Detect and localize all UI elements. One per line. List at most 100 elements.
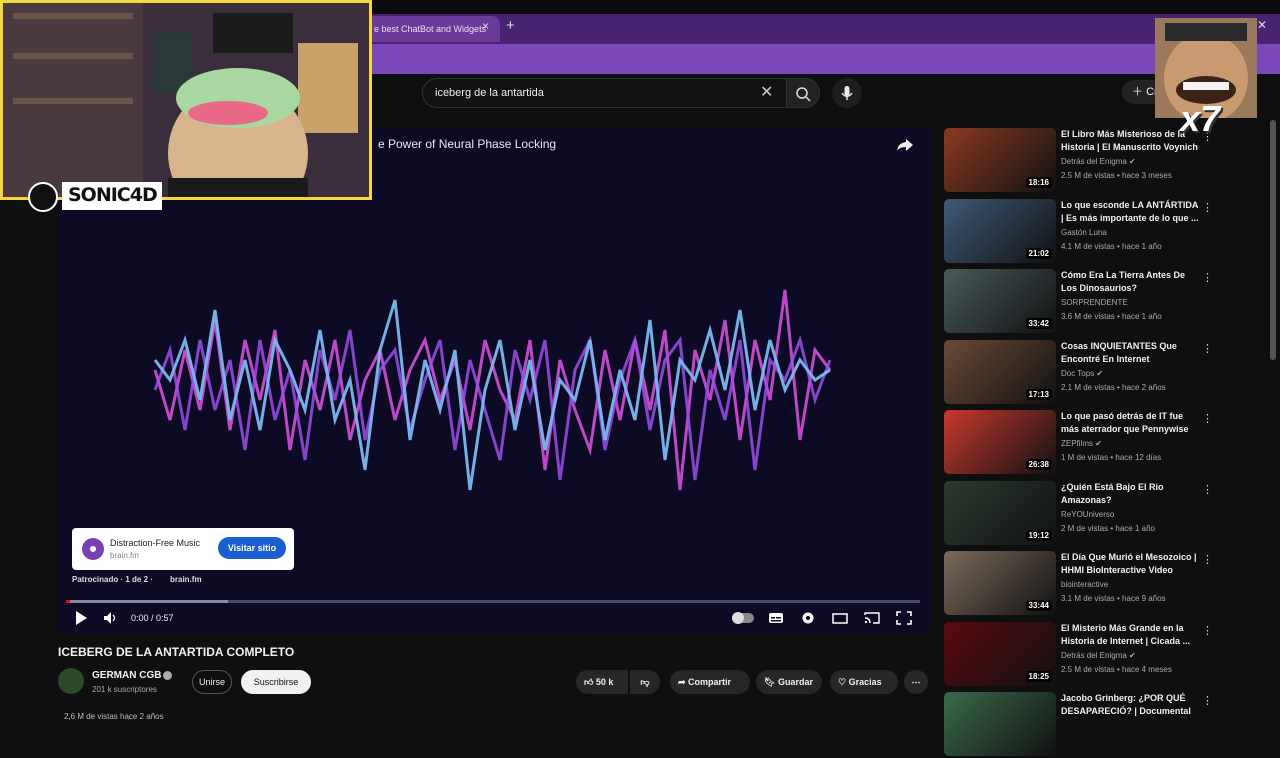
recommendation-channel[interactable]: Detrás del Enigma ✔ bbox=[1061, 651, 1136, 660]
more-options-icon[interactable]: ⋮ bbox=[1202, 624, 1213, 637]
video-duration: 33:42 bbox=[1025, 318, 1052, 329]
recommendation-channel-name: Detrás del Enigma bbox=[1061, 157, 1127, 166]
save-button[interactable]: 🔖︎ Guardar bbox=[756, 670, 822, 694]
recommendation-item[interactable]: 18:25 El Misterio Más Grande en la Histor… bbox=[944, 621, 1264, 688]
channel-name[interactable]: GERMAN CGB bbox=[92, 670, 161, 681]
join-button[interactable]: Unirse bbox=[192, 670, 232, 694]
recommendation-channel[interactable]: Doc Tops ✔ bbox=[1061, 369, 1103, 378]
webcam-overlay bbox=[0, 0, 372, 200]
autoplay-toggle-knob bbox=[732, 612, 744, 624]
recommendation-item[interactable]: 33:44 El Día Que Murió el Mesozoico | HHM… bbox=[944, 551, 1264, 617]
channel-avatar[interactable] bbox=[58, 668, 84, 694]
recommendation-thumbnail[interactable]: 21:02 bbox=[944, 198, 1056, 263]
thumbs-down-icon: 👎︎ bbox=[640, 677, 650, 687]
ad-domain: brain.fm bbox=[110, 551, 139, 560]
recommendation-item[interactable]: 19:12 ¿Quién Está Bajo El Rio Amazonas? Re… bbox=[944, 480, 1264, 547]
recommendation-title[interactable]: Cosas INQUIETANTES Que Encontré En Inter… bbox=[1061, 340, 1203, 366]
recommendation-channel-name: Doc Tops bbox=[1061, 368, 1095, 378]
video-duration: 18:25 bbox=[1025, 670, 1052, 682]
more-options-icon[interactable]: ⋮ bbox=[1202, 553, 1213, 566]
ad-sponsored-domain[interactable]: brain.fm bbox=[170, 575, 202, 584]
search-input[interactable]: iceberg de la antartida bbox=[422, 78, 786, 108]
more-actions-button[interactable]: ⋯ bbox=[904, 670, 928, 694]
cast-icon[interactable] bbox=[864, 611, 880, 625]
visit-site-button[interactable]: Visitar sitio bbox=[218, 537, 286, 559]
recommendation-thumbnail[interactable]: 33:44 bbox=[944, 551, 1056, 615]
like-button[interactable]: 👍︎ 50 k bbox=[576, 670, 628, 694]
recommendation-meta: 3.6 M de vistas • hace 1 año bbox=[1061, 312, 1162, 321]
recommendation-channel[interactable]: SORPRENDENTE bbox=[1061, 298, 1128, 307]
recommendation-channel[interactable]: biointeractive bbox=[1061, 580, 1108, 589]
recommendation-channel[interactable]: ZEPfilms ✔ bbox=[1061, 439, 1102, 448]
recommendation-thumbnail[interactable]: 19:12 bbox=[944, 480, 1056, 545]
recommendation-thumbnail[interactable]: 26:38 bbox=[944, 410, 1056, 474]
recommendation-thumbnail[interactable]: 18:16 bbox=[944, 128, 1056, 192]
more-options-icon[interactable]: ⋮ bbox=[1202, 342, 1213, 355]
tab-close-icon[interactable]: × bbox=[482, 19, 489, 33]
page-scrollbar[interactable] bbox=[1270, 120, 1276, 360]
voice-search-button[interactable] bbox=[832, 78, 862, 108]
recommendation-item[interactable]: 21:02 Lo que esconde LA ANTÁRTIDA | Es má… bbox=[944, 198, 1264, 265]
audio-waveform-visual bbox=[153, 289, 832, 491]
recommendation-title[interactable]: El Día Que Murió el Mesozoico | HHMI Bio… bbox=[1061, 551, 1203, 577]
search-button[interactable] bbox=[786, 78, 820, 108]
verified-icon: ✔ bbox=[1094, 368, 1104, 378]
more-options-icon[interactable]: ⋮ bbox=[1202, 271, 1213, 284]
settings-gear-icon[interactable] bbox=[800, 611, 816, 625]
browser-tab-active[interactable]: e best ChatBot and Widgets bbox=[360, 16, 500, 42]
recommendation-meta: 1 M de vistas • hace 12 días bbox=[1061, 453, 1162, 462]
verified-icon: ✔ bbox=[1126, 157, 1136, 166]
video-duration: 33:44 bbox=[1025, 600, 1052, 611]
recommendation-title[interactable]: ¿Quién Está Bajo El Rio Amazonas? bbox=[1061, 481, 1203, 507]
recommendation-thumbnail[interactable]: 33:42 bbox=[944, 269, 1056, 333]
streamer-logo-icon bbox=[28, 182, 58, 212]
recommendation-channel[interactable]: ReYOUniverso bbox=[1061, 510, 1114, 519]
video-duration: 21:02 bbox=[1025, 247, 1052, 259]
share-icon[interactable] bbox=[896, 138, 914, 152]
recommendation-item[interactable]: 17:13 Cosas INQUIETANTES Que Encontré En … bbox=[944, 339, 1264, 406]
recommendation-title[interactable]: El Misterio Más Grande en la Historia de… bbox=[1061, 622, 1203, 648]
progress-buffered bbox=[66, 600, 228, 603]
recommendation-title[interactable]: Lo que pasó detrás de IT fue más aterrad… bbox=[1061, 410, 1203, 436]
recommendation-channel[interactable]: Gastón Luna bbox=[1061, 228, 1107, 237]
progress-played bbox=[66, 600, 70, 603]
more-options-icon[interactable]: ⋮ bbox=[1202, 201, 1213, 214]
recommendation-thumbnail[interactable]: 17:13 bbox=[944, 339, 1056, 404]
thanks-button[interactable]: ♡ Gracias bbox=[830, 670, 898, 694]
recommendation-title[interactable]: Jacobo Grinberg: ¿POR QUÉ DESAPARECIÓ? |… bbox=[1061, 692, 1203, 718]
subtitles-icon[interactable] bbox=[768, 611, 784, 625]
subscriber-count: 201 k suscriptores bbox=[92, 685, 157, 694]
play-icon[interactable] bbox=[74, 610, 88, 626]
webcam-image bbox=[3, 3, 369, 197]
new-tab-icon[interactable]: + bbox=[506, 17, 515, 34]
recommendation-thumbnail[interactable] bbox=[944, 692, 1056, 756]
recommendation-channel[interactable]: Detrás del Enigma ✔ bbox=[1061, 157, 1136, 166]
more-options-icon[interactable]: ⋮ bbox=[1202, 694, 1213, 707]
verified-icon bbox=[163, 671, 172, 680]
player-title-overlay[interactable]: e Power of Neural Phase Locking bbox=[378, 137, 556, 151]
more-options-icon[interactable]: ⋮ bbox=[1202, 483, 1213, 496]
recommendation-title[interactable]: Cómo Era La Tierra Antes De Los Dinosaur… bbox=[1061, 269, 1203, 295]
more-options-icon[interactable]: ⋮ bbox=[1202, 412, 1213, 425]
subscribe-button[interactable]: Suscribirse bbox=[241, 670, 311, 694]
more-icon: ⋯ bbox=[911, 677, 921, 687]
recommendation-channel-name: SORPRENDENTE bbox=[1061, 298, 1128, 307]
video-duration: 19:12 bbox=[1025, 529, 1052, 541]
recommendation-channel-name: biointeractive bbox=[1061, 580, 1109, 589]
recommendation-item[interactable]: 33:42 Cómo Era La Tierra Antes De Los Din… bbox=[944, 269, 1264, 335]
share-button[interactable]: ➦ Compartir bbox=[670, 670, 750, 694]
clear-search-icon[interactable]: ✕ bbox=[760, 82, 773, 102]
volume-icon[interactable] bbox=[103, 611, 117, 625]
recommendation-title[interactable]: Lo que esconde LA ANTÁRTIDA | Es más imp… bbox=[1061, 199, 1203, 225]
fullscreen-icon[interactable] bbox=[896, 611, 912, 625]
recommendation-item[interactable]: Jacobo Grinberg: ¿POR QUÉ DESAPARECIÓ? |… bbox=[944, 692, 1264, 758]
dislike-button[interactable]: 👎︎ bbox=[630, 670, 660, 694]
recommendation-item[interactable]: 26:38 Lo que pasó detrás de IT fue más at… bbox=[944, 410, 1264, 476]
recommendation-thumbnail[interactable]: 18:25 bbox=[944, 621, 1056, 686]
recommendation-meta: 2.5 M de vistas • hace 4 meses bbox=[1061, 664, 1172, 674]
theater-mode-icon[interactable] bbox=[832, 611, 848, 625]
recommendation-channel-name: ZEPfilms bbox=[1061, 439, 1093, 448]
close-icon[interactable]: ✕ bbox=[1257, 18, 1267, 32]
verified-icon: ✔ bbox=[1093, 439, 1102, 448]
mic-icon bbox=[841, 86, 853, 100]
